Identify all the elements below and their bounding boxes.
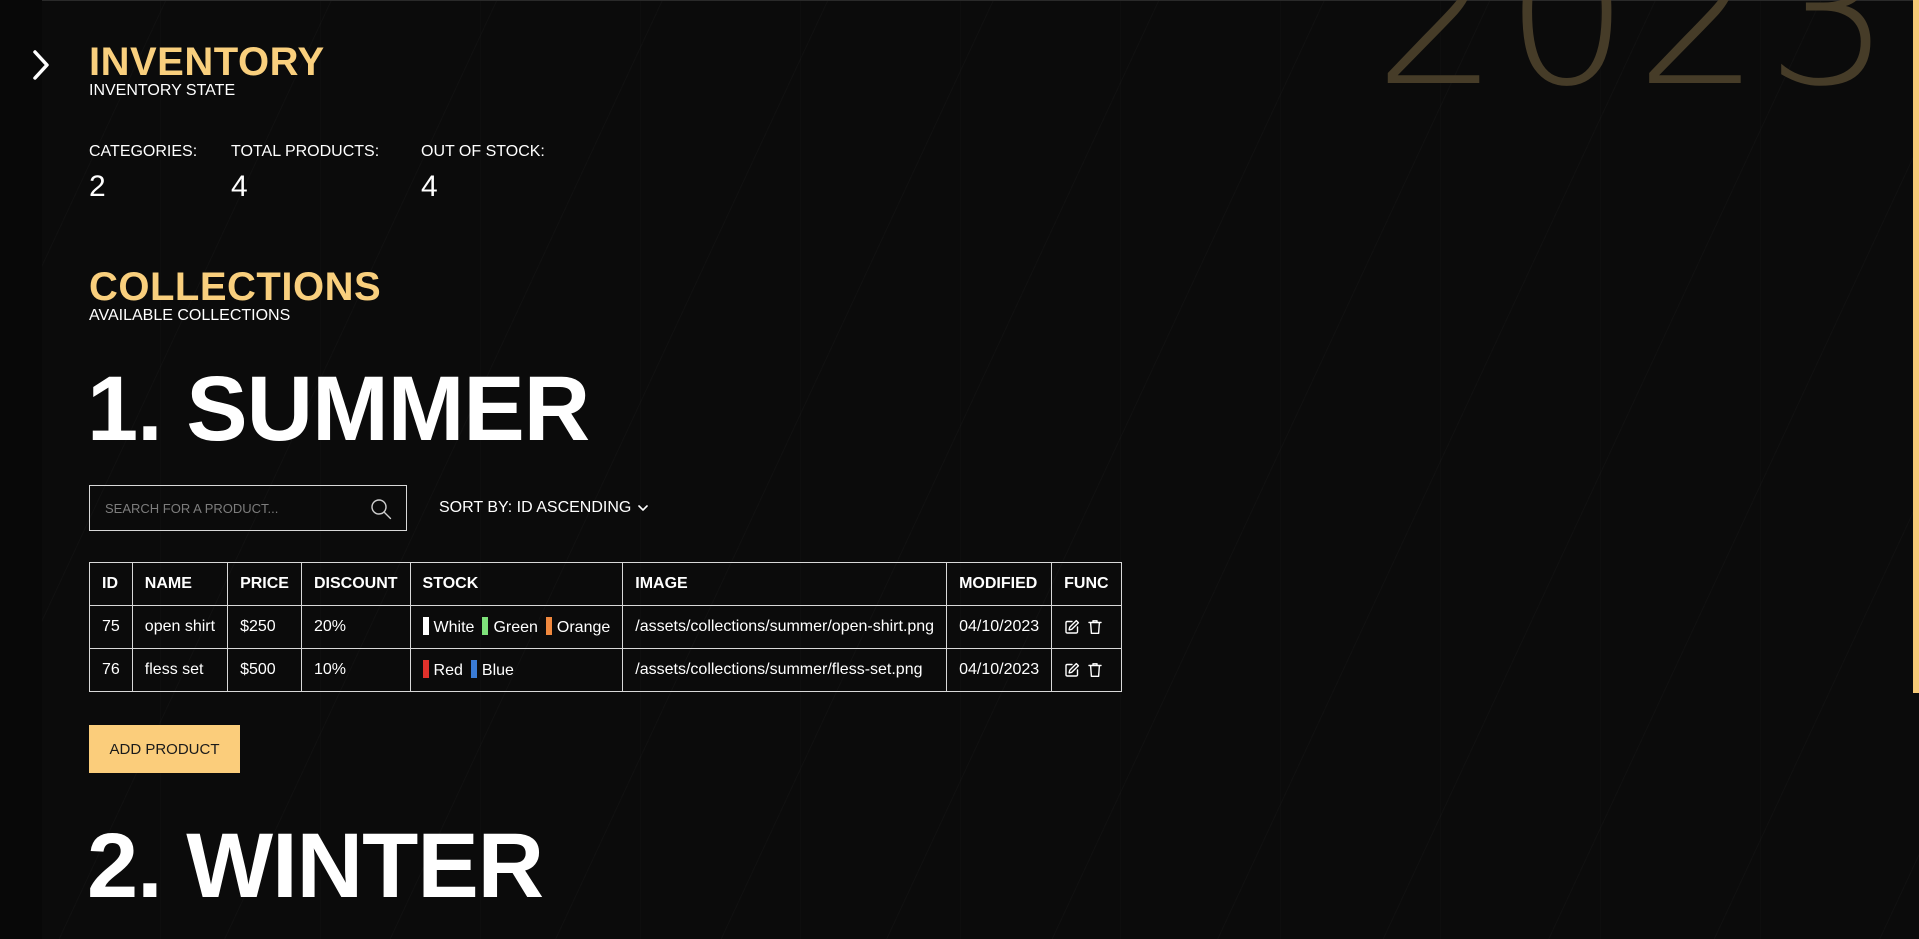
sidebar-rail <box>0 0 42 939</box>
table-header-row: ID NAME PRICE DISCOUNT STOCK IMAGE MODIF… <box>89 562 1122 606</box>
stat-label: TOTAL PRODUCTS: <box>231 143 380 160</box>
column-header-id: ID <box>89 562 133 606</box>
stat-out-of-stock: OUT OF STOCK: 4 <box>421 144 545 202</box>
inventory-subtitle: INVENTORY STATE <box>89 82 236 99</box>
search-icon[interactable] <box>370 498 392 520</box>
table-row: 75 open shirt $250 20% White Green Orange … <box>89 605 1122 649</box>
cell-price: $250 <box>227 605 302 649</box>
cell-stock: White Green Orange <box>409 605 624 649</box>
stock-variant-label: Green <box>493 619 538 636</box>
stock-variant-label: Blue <box>481 662 514 679</box>
cell-modified: 04/10/2023 <box>946 605 1053 649</box>
column-header-price: PRICE <box>227 562 302 606</box>
column-header-stock: STOCK <box>409 562 624 606</box>
color-swatch <box>422 660 429 678</box>
products-table: ID NAME PRICE DISCOUNT STOCK IMAGE MODIF… <box>89 562 1122 692</box>
cell-modified: 04/10/2023 <box>946 648 1053 692</box>
cell-image: /assets/collections/summer/fless-set.png <box>622 648 948 692</box>
stock-variant: Red <box>422 660 463 679</box>
cell-func <box>1051 605 1122 649</box>
background-pattern <box>0 0 1919 939</box>
trash-icon[interactable] <box>1088 619 1102 635</box>
column-header-image: IMAGE <box>622 562 948 606</box>
collections-subtitle: AVAILABLE COLLECTIONS <box>89 307 291 324</box>
cell-stock: Red Blue <box>409 648 624 692</box>
stat-value: 4 <box>421 170 438 203</box>
stat-label: OUT OF STOCK: <box>421 143 545 160</box>
chevron-down-icon <box>638 505 649 511</box>
collection-heading-summer: 1. SUMMER <box>87 358 590 460</box>
column-header-name: NAME <box>131 562 229 606</box>
edit-icon[interactable] <box>1064 619 1080 635</box>
stat-label: CATEGORIES: <box>89 143 198 160</box>
stock-variant: White <box>422 617 475 636</box>
column-header-discount: DISCOUNT <box>300 562 411 606</box>
stat-value: 2 <box>89 170 106 203</box>
scrollbar-thumb[interactable] <box>1913 0 1919 693</box>
add-product-button[interactable]: ADD PRODUCT <box>89 725 240 773</box>
stock-variant: Orange <box>545 617 611 636</box>
cell-discount: 20% <box>300 605 411 649</box>
table-row: 76 fless set $500 10% Red Blue /assets/co… <box>89 648 1122 692</box>
search-input[interactable] <box>90 485 367 531</box>
cell-image: /assets/collections/summer/open-shirt.pn… <box>622 605 948 649</box>
color-swatch <box>470 660 477 678</box>
trash-icon[interactable] <box>1088 662 1102 678</box>
chevron-right-icon <box>33 50 49 80</box>
cell-id: 75 <box>89 605 133 649</box>
sidebar-toggle-button[interactable] <box>28 48 54 82</box>
stock-variant: Green <box>482 617 538 636</box>
sort-label: SORT BY: ID ASCENDING <box>439 499 632 516</box>
collections-title: COLLECTIONS <box>89 265 382 309</box>
stock-variant-label: Red <box>433 662 463 679</box>
cell-name: open shirt <box>131 605 229 649</box>
cell-func <box>1051 648 1122 692</box>
color-swatch <box>545 617 552 635</box>
stock-variant-label: Orange <box>556 619 611 636</box>
edit-icon[interactable] <box>1064 662 1080 678</box>
product-search <box>89 485 407 531</box>
stat-total-products: TOTAL PRODUCTS: 4 <box>231 144 379 202</box>
cell-id: 76 <box>89 648 133 692</box>
collection-heading-winter: 2. WINTER <box>87 815 544 917</box>
column-header-func: FUNC <box>1051 562 1122 606</box>
column-header-modified: MODIFIED <box>946 562 1053 606</box>
color-swatch <box>422 617 429 635</box>
color-swatch <box>482 617 489 635</box>
stock-variant: Blue <box>470 660 514 679</box>
cell-price: $500 <box>227 648 302 692</box>
stock-variant-label: White <box>433 619 475 636</box>
inventory-title: INVENTORY <box>89 40 325 84</box>
stat-categories: CATEGORIES: 2 <box>89 144 197 202</box>
sort-dropdown[interactable]: SORT BY: ID ASCENDING <box>439 499 649 517</box>
cell-name: fless set <box>131 648 229 692</box>
page: 2023 INVENTORY INVENTORY STATE CATEGORIE… <box>0 0 1919 939</box>
stat-value: 4 <box>231 170 248 203</box>
cell-discount: 10% <box>300 648 411 692</box>
year-watermark: 2023 <box>1374 0 1897 130</box>
